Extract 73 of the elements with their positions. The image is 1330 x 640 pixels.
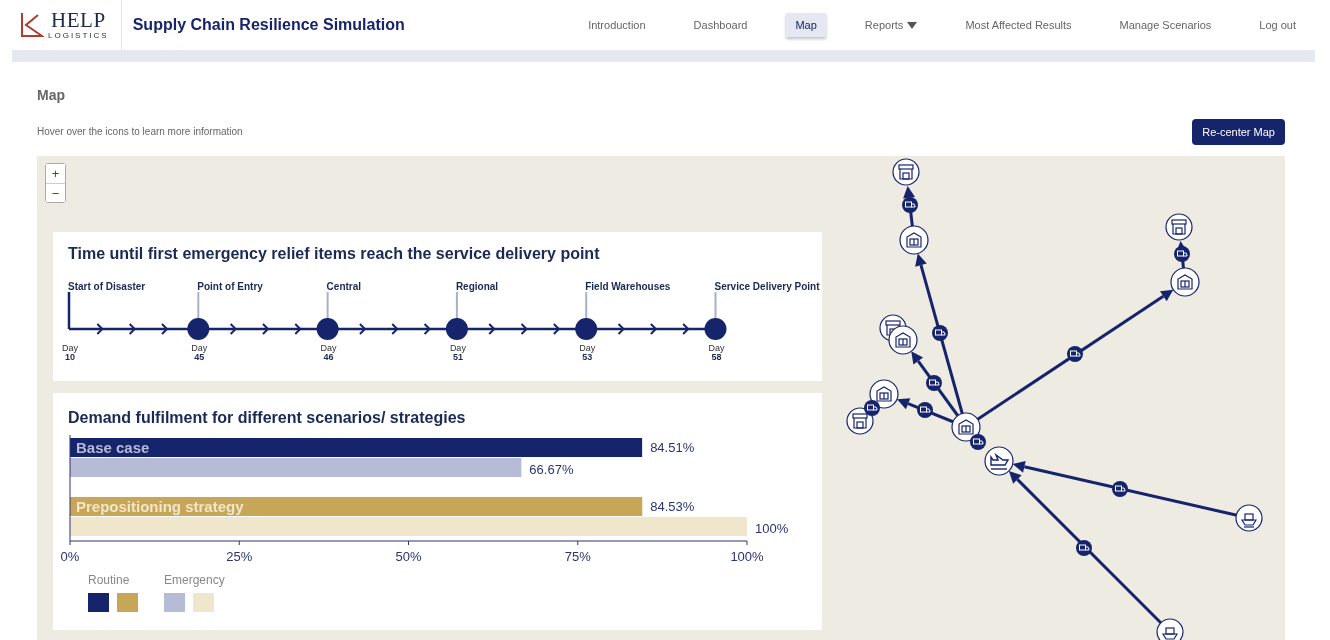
truck-icon[interactable]	[926, 375, 942, 391]
recenter-map-button[interactable]: Re-center Map	[1192, 119, 1285, 145]
day-label: Day	[708, 344, 725, 354]
legend-swatch	[164, 593, 185, 612]
legend-swatch	[117, 593, 138, 612]
truck-icon[interactable]	[864, 400, 880, 416]
day-number: 51	[452, 353, 463, 363]
axis-tick-label: 25%	[226, 549, 253, 564]
caret-icon	[907, 21, 918, 29]
warehouse-icon[interactable]	[888, 325, 918, 355]
ship-icon[interactable]	[1235, 504, 1263, 532]
logo-mark-icon	[20, 12, 44, 38]
nav-link[interactable]: Introduction	[579, 13, 655, 37]
value-label: 84.53%	[650, 499, 695, 514]
axis-tick-label: 0%	[60, 549, 80, 564]
truck-icon[interactable]	[932, 325, 948, 341]
day-label: Day	[449, 344, 466, 354]
shop-icon[interactable]	[892, 158, 920, 186]
value-label: 66.67%	[529, 462, 574, 477]
truck-icon[interactable]	[1076, 540, 1092, 556]
axis-tick-label: 75%	[564, 549, 591, 564]
zoom-button[interactable]: −	[46, 183, 65, 202]
axis-tick-label: 100%	[730, 549, 764, 564]
category-label: Prepositioning strategy	[76, 498, 244, 515]
truck-icon[interactable]	[902, 197, 918, 213]
stop-label: Field Warehouses	[585, 281, 672, 292]
warehouse-icon[interactable]	[899, 225, 929, 255]
nav-link[interactable]: Log out	[1250, 13, 1305, 37]
app-title: Supply Chain Resilience Simulation	[132, 16, 405, 34]
chart-title: Demand fulfilment for different scenarios/ strategies	[68, 409, 467, 427]
day-label: Day	[320, 344, 337, 354]
truck-icon[interactable]	[970, 434, 986, 450]
logo-subtext: LOGISTICS	[48, 32, 109, 40]
warehouse-icon[interactable]	[1170, 267, 1200, 297]
plane-icon[interactable]	[984, 446, 1014, 476]
day-number: 10	[65, 353, 75, 363]
category-label: Base case	[76, 439, 150, 456]
day-label: Day	[579, 344, 596, 354]
stop-label: Central	[326, 281, 363, 292]
truck-icon[interactable]	[1112, 481, 1128, 497]
stop-label: Service Delivery Point	[714, 281, 821, 292]
timeline-title: Time until first emergency relief items reach the service delivery point	[68, 245, 601, 263]
day-number: 46	[323, 353, 334, 363]
day-label: Day	[191, 344, 208, 354]
day-number: 45	[194, 353, 205, 363]
value-label: 100%	[755, 521, 789, 536]
day-number: 58	[711, 353, 722, 363]
legend-label: Emergency	[164, 573, 225, 587]
nav-link[interactable]: Manage Scenarios	[1110, 13, 1221, 37]
axis-tick-label: 50%	[395, 549, 422, 564]
logo-text: HELP	[51, 10, 106, 31]
stop-label: Start of Disaster	[68, 281, 147, 292]
nav-link[interactable]: Reports	[855, 13, 927, 37]
warehouse-icon[interactable]	[869, 379, 899, 409]
nav-link[interactable]: Dashboard	[684, 13, 757, 37]
legend-label: Routine	[88, 573, 131, 587]
truck-icon[interactable]	[917, 402, 933, 418]
legend-swatch	[88, 593, 109, 612]
shop-icon[interactable]	[1165, 213, 1193, 241]
warehouse-icon[interactable]	[951, 412, 981, 442]
stop-label: Point of Entry	[197, 281, 264, 292]
page-hint: Hover over the icons to learn more information	[37, 126, 243, 137]
day-number: 53	[582, 353, 593, 363]
stop-label: Regional	[455, 281, 500, 292]
nav-link[interactable]: Most Affected Results	[956, 13, 1081, 37]
ship-icon[interactable]	[1156, 618, 1184, 640]
truck-icon[interactable]	[1067, 346, 1083, 362]
day-label: Day	[62, 344, 78, 354]
legend-swatch	[193, 593, 214, 612]
nav-link[interactable]: Map	[786, 13, 826, 37]
truck-icon[interactable]	[1174, 246, 1190, 262]
page-heading: Map	[37, 87, 66, 103]
value-label: 84.51%	[650, 440, 695, 455]
